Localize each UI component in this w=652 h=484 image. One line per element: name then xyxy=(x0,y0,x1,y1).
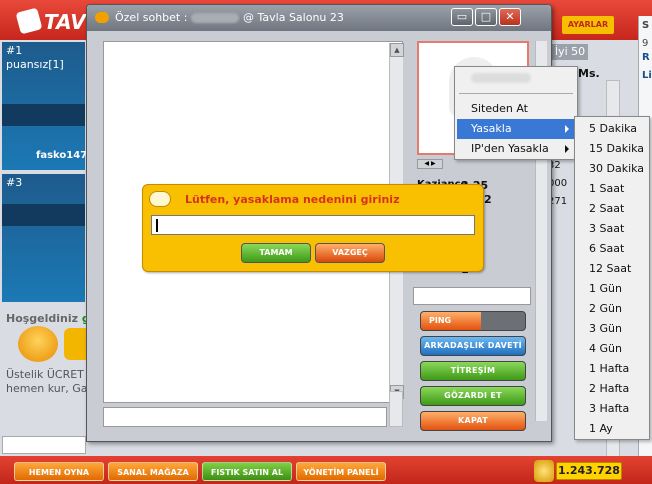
duration-option[interactable]: 4 Gün xyxy=(577,339,647,359)
ok-button[interactable]: TAMAM xyxy=(241,243,311,263)
duration-option[interactable]: 1 Ay xyxy=(577,419,647,439)
avatar-nav-icon[interactable]: ◀ ▶ xyxy=(417,159,443,169)
settings-button[interactable]: AYARLAR xyxy=(562,16,614,34)
message-input[interactable] xyxy=(103,407,387,427)
note-input[interactable] xyxy=(413,287,531,305)
blurred-username xyxy=(471,73,531,83)
virtual-store-button[interactable]: SANAL MAĞAZA xyxy=(108,462,198,481)
welcome-prefix: Hoşgeldiniz xyxy=(6,312,79,325)
minimize-button[interactable]: ▭ xyxy=(451,8,473,26)
dialog-message: Lütfen, yasaklama nedenini giriniz xyxy=(185,193,400,206)
ping-label: PING xyxy=(429,316,452,325)
mascot-icon xyxy=(18,326,58,362)
duration-option[interactable]: 12 Saat xyxy=(577,259,647,279)
table-band xyxy=(2,204,85,226)
duration-option[interactable]: 1 Hafta xyxy=(577,359,647,379)
promo-line-2: hemen kur, Ga xyxy=(6,382,88,395)
table-mode: puansız[1] xyxy=(6,58,64,71)
duration-option[interactable]: 5 Dakika xyxy=(577,119,647,139)
balance-display: 1.243.728 xyxy=(556,462,622,480)
table-player: fasko147 xyxy=(36,150,88,161)
window-room: @ Tavla Salonu 23 xyxy=(243,11,344,24)
table-number: #3 xyxy=(6,176,23,189)
duration-option[interactable]: 30 Dakika xyxy=(577,159,647,179)
right-panel-link[interactable]: R xyxy=(642,52,650,63)
duration-option[interactable]: 15 Dakika xyxy=(577,139,647,159)
welcome-text: Hoşgeldiniz gn xyxy=(6,312,98,325)
blurred-username xyxy=(191,13,239,23)
submenu-arrow-icon xyxy=(565,145,569,153)
duration-option[interactable]: 2 Hafta xyxy=(577,379,647,399)
ping-indicator: PING xyxy=(420,311,526,331)
maximize-button[interactable]: □ xyxy=(475,8,497,26)
menu-item-ban[interactable]: Yasakla xyxy=(457,119,575,139)
menu-separator xyxy=(459,93,573,94)
duration-option[interactable]: 1 Gün xyxy=(577,279,647,299)
menu-item-ip-ban[interactable]: IP'den Yasakla xyxy=(457,139,575,159)
user-context-menu: Siteden At Yasakla IP'den Yasakla xyxy=(454,66,578,160)
menu-item-label: Siteden At xyxy=(471,102,528,115)
text-cursor xyxy=(156,218,158,232)
window-title: Özel sohbet : xyxy=(115,11,188,24)
duration-option[interactable]: 2 Gün xyxy=(577,299,647,319)
right-panel-link[interactable]: Li xyxy=(642,70,652,81)
table-tile-1[interactable]: #1 puansız[1] fasko147 xyxy=(2,42,88,170)
right-panel-text: S xyxy=(642,20,650,31)
ignore-button[interactable]: GÖZARDI ET xyxy=(420,386,526,406)
play-now-button[interactable]: HEMEN OYNA xyxy=(14,462,104,481)
table-tile-3[interactable]: #3 xyxy=(2,174,85,302)
duration-option[interactable]: 3 Hafta xyxy=(577,399,647,419)
table-number: #1 xyxy=(6,44,23,57)
duration-option[interactable]: 3 Gün xyxy=(577,319,647,339)
duration-option[interactable]: 3 Saat xyxy=(577,219,647,239)
close-button[interactable]: ✕ xyxy=(499,8,521,26)
window-titlebar[interactable]: Özel sohbet : @ Tavla Salonu 23 ▭ □ ✕ xyxy=(87,5,551,31)
cancel-button[interactable]: VAZGEÇ xyxy=(315,243,385,263)
menu-item-kick[interactable]: Siteden At xyxy=(457,99,575,119)
coins-icon xyxy=(534,460,554,482)
ban-reason-input[interactable] xyxy=(151,215,475,235)
table-band xyxy=(2,104,85,126)
vibrate-button[interactable]: TİTREŞİM xyxy=(420,361,526,381)
buy-nuts-button[interactable]: FISTIK SATIN AL xyxy=(202,462,292,481)
chat-bubble-icon xyxy=(95,12,109,23)
side-tab[interactable]: İyi 50 xyxy=(552,44,588,60)
right-panel-text: 9 xyxy=(642,38,649,49)
admin-panel-button[interactable]: YÖNETİM PANELİ xyxy=(296,462,386,481)
duration-option[interactable]: 1 Saat xyxy=(577,179,647,199)
side-column-header: Ms. xyxy=(578,67,600,80)
speech-bubble-icon xyxy=(149,191,171,207)
duration-option[interactable]: 6 Saat xyxy=(577,239,647,259)
submenu-arrow-icon xyxy=(565,125,569,133)
lobby-chat-input[interactable] xyxy=(2,436,86,454)
input-scrollbar[interactable] xyxy=(389,391,403,427)
ban-duration-submenu: 5 Dakika 15 Dakika 30 Dakika 1 Saat 2 Saat 3 … xyxy=(574,116,650,440)
duration-option[interactable]: 2 Saat xyxy=(577,199,647,219)
menu-item-label: Yasakla xyxy=(471,122,512,135)
ban-reason-dialog: Lütfen, yasaklama nedenini giriniz TAMAM… xyxy=(142,184,484,272)
menu-item-label: IP'den Yasakla xyxy=(471,142,549,155)
promo-line-1: Üstelik ÜCRET xyxy=(6,368,84,381)
promo-text: Üstelik ÜCRET hemen kur, Ga xyxy=(6,368,87,396)
close-chat-button[interactable]: KAPAT xyxy=(420,411,526,431)
friend-invite-button[interactable]: ARKADAŞLIK DAVETİ xyxy=(420,336,526,356)
scroll-up-icon[interactable]: ▲ xyxy=(390,43,404,57)
